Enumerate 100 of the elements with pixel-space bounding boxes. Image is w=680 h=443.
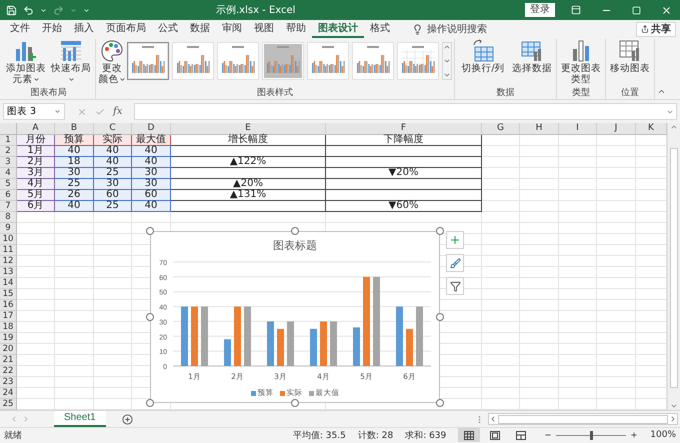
share-icon xyxy=(641,25,649,33)
chart-elements-button[interactable] xyxy=(446,231,464,249)
row-header[interactable]: 20 xyxy=(0,344,17,355)
caret-icon[interactable] xyxy=(70,6,77,14)
insert-function-button[interactable]: fx xyxy=(113,106,122,117)
scroll-left-icon[interactable] xyxy=(489,415,497,423)
row-header[interactable]: 5 xyxy=(0,179,17,190)
table-cell: 40 xyxy=(132,146,171,157)
row-header[interactable]: 14 xyxy=(0,278,17,289)
row-header[interactable]: 17 xyxy=(0,311,17,322)
zoom-in-icon[interactable] xyxy=(630,431,638,439)
row-header[interactable]: 6 xyxy=(0,190,17,201)
status-average: 平均值: 35.5 xyxy=(292,430,346,442)
more-icon[interactable] xyxy=(443,71,451,79)
column-header[interactable]: J xyxy=(597,123,636,135)
column-header[interactable]: E xyxy=(171,123,326,135)
undo-icon[interactable] xyxy=(23,4,34,16)
scroll-right-icon[interactable] xyxy=(669,415,677,423)
ribbon-tab[interactable]: 帮助 xyxy=(280,20,312,38)
chart-styles-button[interactable] xyxy=(446,254,464,272)
table-cell: ▲20% xyxy=(171,179,326,190)
row-header[interactable]: 22 xyxy=(0,366,17,377)
ribbon-tab[interactable]: 页面布局 xyxy=(100,20,152,38)
table-cell: 40 xyxy=(55,146,94,157)
ribbon-tab[interactable]: 视图 xyxy=(248,20,280,38)
row-header[interactable]: 23 xyxy=(0,377,17,388)
column-header[interactable]: K xyxy=(636,123,667,135)
ribbon-tab[interactable]: 公式 xyxy=(152,20,184,38)
scroll-up-icon[interactable] xyxy=(670,123,678,131)
row-header[interactable]: 9 xyxy=(0,223,17,234)
new-sheet-icon[interactable] xyxy=(122,414,133,424)
column-header[interactable]: D xyxy=(132,123,171,135)
ribbon-tab[interactable]: 文件 xyxy=(4,20,36,38)
group-label: 图表布局 xyxy=(30,87,66,99)
row-header[interactable]: 13 xyxy=(0,267,17,278)
row-header[interactable]: 25 xyxy=(0,399,17,410)
share-button[interactable]: 共享 xyxy=(636,22,676,36)
lightbulb-icon[interactable] xyxy=(412,24,423,34)
table-cell: 3月 xyxy=(17,168,55,179)
row-header[interactable]: 16 xyxy=(0,300,17,311)
sign-in-button[interactable]: 登录 xyxy=(525,3,555,17)
bar xyxy=(201,306,208,366)
chart-filter-button[interactable] xyxy=(446,277,464,295)
caret-icon[interactable] xyxy=(40,6,47,14)
row-header[interactable]: 11 xyxy=(0,245,17,256)
ribbon-button[interactable]: 更改图表类型 xyxy=(559,39,603,85)
ribbon-button[interactable]: 切换行/列 xyxy=(457,39,509,74)
ribbon-tab[interactable]: 格式 xyxy=(364,20,396,38)
ribbon-display-icon[interactable] xyxy=(571,5,581,15)
close-icon[interactable] xyxy=(661,4,672,16)
column-header[interactable]: H xyxy=(520,123,559,135)
formula-input[interactable] xyxy=(134,103,677,120)
scroll-up-icon[interactable] xyxy=(443,43,451,51)
row-header[interactable]: 8 xyxy=(0,212,17,223)
row-header[interactable]: 18 xyxy=(0,322,17,333)
ribbon-button[interactable]: 移动图表 xyxy=(608,39,652,74)
row-header[interactable]: 24 xyxy=(0,388,17,399)
grid-icon xyxy=(464,430,474,440)
row-header[interactable]: 21 xyxy=(0,355,17,366)
collapse-ribbon-icon[interactable] xyxy=(657,87,666,96)
row-header[interactable]: 15 xyxy=(0,289,17,300)
caret-icon xyxy=(54,108,61,115)
row-header[interactable]: 4 xyxy=(0,168,17,179)
ribbon-tab[interactable]: 开始 xyxy=(36,20,68,38)
save-icon[interactable] xyxy=(6,4,17,16)
table-cell: 增长幅度 xyxy=(171,135,326,146)
maximize-icon[interactable] xyxy=(632,6,641,14)
column-header[interactable]: I xyxy=(559,123,597,135)
row-header[interactable]: 12 xyxy=(0,256,17,267)
row-header[interactable]: 2 xyxy=(0,146,17,157)
column-header[interactable]: B xyxy=(55,123,94,135)
scrollbar-thumb[interactable] xyxy=(670,148,678,388)
tell-me-search[interactable]: 操作说明搜索 xyxy=(427,22,487,36)
row-header[interactable]: 19 xyxy=(0,333,17,344)
view-button[interactable] xyxy=(458,428,480,442)
scroll-down-icon[interactable] xyxy=(670,402,678,410)
ribbon-button[interactable]: 选择数据 xyxy=(510,39,554,74)
redo-icon[interactable] xyxy=(53,4,64,16)
sheet-tab[interactable]: Sheet1 xyxy=(54,410,106,426)
column-header[interactable]: F xyxy=(326,123,482,135)
column-header[interactable]: A xyxy=(17,123,55,135)
scroll-down-icon[interactable] xyxy=(443,57,451,65)
ribbon-button[interactable]: 更改颜色 xyxy=(98,39,126,85)
chart-style-option[interactable] xyxy=(127,42,169,80)
ribbon-tab[interactable]: 插入 xyxy=(68,20,100,38)
row-header[interactable]: 10 xyxy=(0,234,17,245)
name-box[interactable]: 图表 3 xyxy=(3,103,65,120)
ribbon-tab[interactable]: 数据 xyxy=(184,20,216,38)
slider-thumb[interactable] xyxy=(590,430,594,440)
chart-title: 图表标题 xyxy=(273,239,317,252)
customize-caret-icon[interactable] xyxy=(83,6,90,14)
row-header[interactable]: 7 xyxy=(0,201,17,212)
scrollbar-thumb[interactable] xyxy=(498,414,668,424)
ribbon-button[interactable]: 快速布局 xyxy=(49,39,93,85)
column-header[interactable]: G xyxy=(482,123,520,135)
ribbon-tab[interactable]: 审阅 xyxy=(216,20,248,38)
row-header[interactable]: 1 xyxy=(0,135,17,146)
row-header[interactable]: 3 xyxy=(0,157,17,168)
ribbon-button[interactable]: 添加图表元素 xyxy=(4,39,48,85)
column-header[interactable]: C xyxy=(94,123,132,135)
